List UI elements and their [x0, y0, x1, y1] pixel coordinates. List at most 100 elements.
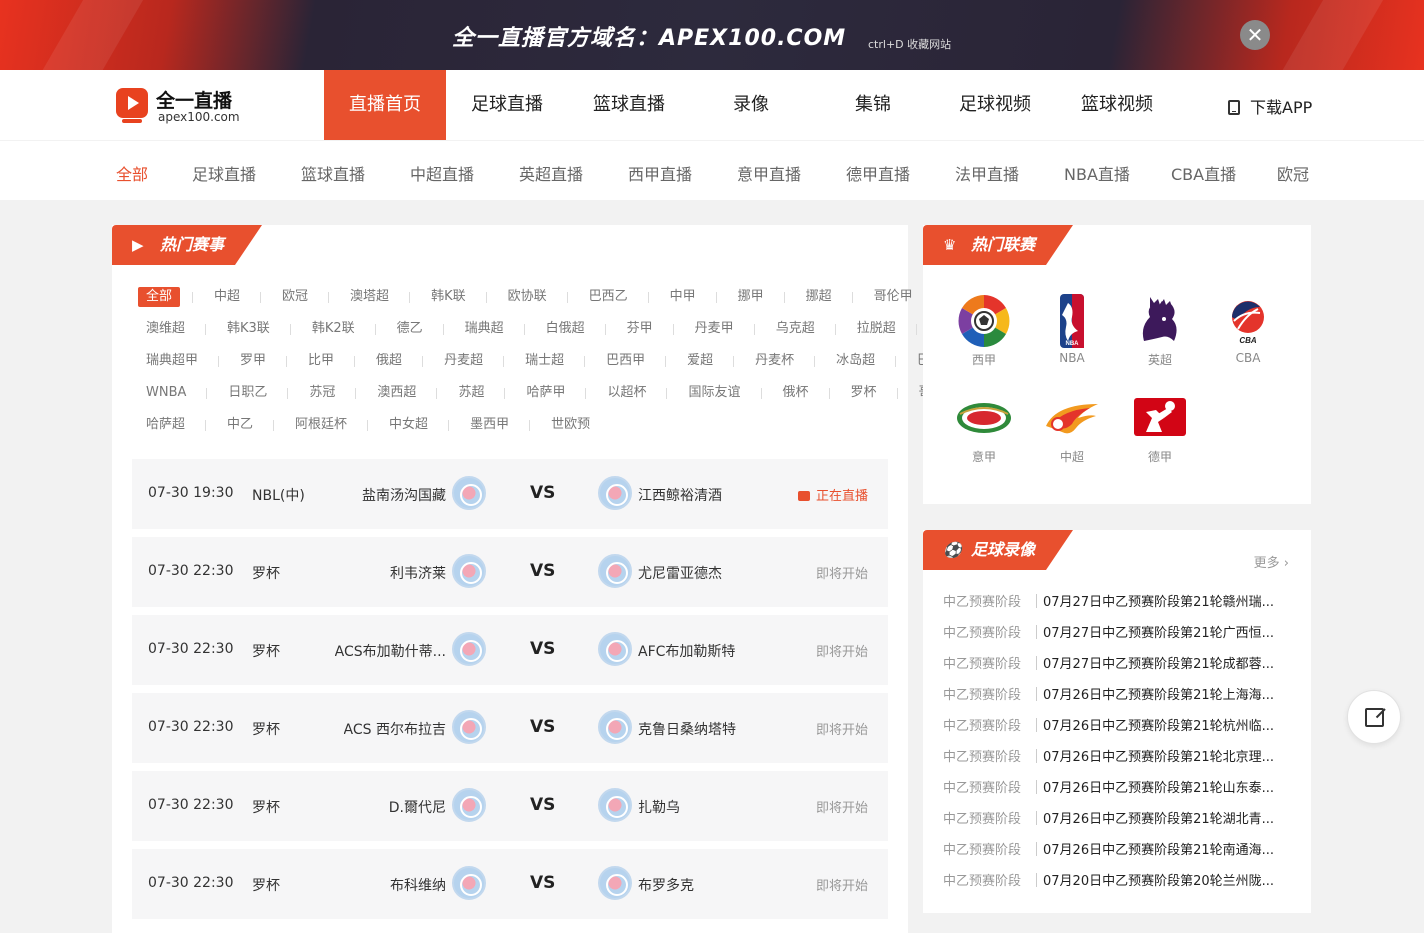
league-filter-item[interactable]: 苏超: [450, 383, 506, 403]
league-filter-item[interactable]: 比甲: [300, 351, 356, 371]
nav-basketball-live[interactable]: 篮球直播: [568, 70, 690, 140]
league-filter-item[interactable]: 德乙: [389, 319, 444, 339]
nav-highlights[interactable]: 集锦: [812, 70, 934, 140]
league-filter-item[interactable]: 欧冠: [274, 287, 330, 307]
hot-league-cba[interactable]: CBA CBA: [1208, 291, 1288, 365]
feedback-button[interactable]: [1347, 690, 1401, 744]
league-filter-item[interactable]: 罗杯: [843, 383, 898, 403]
video-item[interactable]: 中乙预赛阶段 07月27日中乙预赛阶段第21轮广西恒...: [943, 622, 1293, 644]
league-filter-item[interactable]: 国际友谊: [680, 383, 762, 403]
hot-league-epl[interactable]: 英超: [1120, 291, 1200, 368]
league-filter-item[interactable]: 阿根廷杯: [287, 415, 369, 435]
match-status[interactable]: 即将开始: [816, 563, 868, 582]
league-filter-item[interactable]: 巴西乙: [581, 287, 649, 307]
match-status[interactable]: 即将开始: [816, 797, 868, 816]
download-app-button[interactable]: 下载APP: [1228, 94, 1312, 118]
video-item[interactable]: 中乙预赛阶段 07月26日中乙预赛阶段第21轮湖北青...: [943, 808, 1293, 830]
video-item[interactable]: 中乙预赛阶段 07月27日中乙预赛阶段第21轮成都蓉...: [943, 653, 1293, 675]
league-filter-item[interactable]: 中女超: [381, 415, 450, 435]
match-row[interactable]: 07-30 22:30 罗杯 ACS 西尔布拉吉 VS 克鲁日桑纳塔特 即将开始: [132, 693, 888, 763]
match-status[interactable]: 即将开始: [816, 875, 868, 894]
subnav-laliga[interactable]: 西甲直播: [628, 161, 692, 185]
league-filter-item[interactable]: 世欧预: [543, 415, 598, 435]
league-filter-item[interactable]: 中甲: [662, 287, 717, 307]
league-filter-item[interactable]: 白俄超: [538, 319, 606, 339]
league-filter-item[interactable]: 俄杯: [775, 383, 830, 403]
subnav-all[interactable]: 全部: [116, 161, 148, 185]
league-filter-item[interactable]: 欧协联: [500, 287, 568, 307]
league-filter-item[interactable]: 全部: [138, 287, 194, 307]
match-row[interactable]: 07-30 22:30 罗杯 利韦济莱 VS 尤尼雷亚德杰 即将开始: [132, 537, 888, 607]
league-filter-item[interactable]: 中乙: [219, 415, 275, 435]
league-filter-item[interactable]: 墨西甲: [462, 415, 531, 435]
subnav-ucl[interactable]: 欧冠: [1277, 161, 1309, 185]
subnav-football[interactable]: 足球直播: [192, 161, 256, 185]
hot-league-csl[interactable]: 中超: [1032, 388, 1112, 465]
league-filter-item[interactable]: 罗甲: [232, 351, 288, 371]
league-filter-item[interactable]: 以超杯: [599, 383, 668, 403]
match-status[interactable]: 即将开始: [816, 719, 868, 738]
league-filter-item[interactable]: 中超: [206, 287, 262, 307]
league-filter-item[interactable]: 挪超: [798, 287, 853, 307]
video-item[interactable]: 中乙预赛阶段 07月26日中乙预赛阶段第21轮北京理...: [943, 746, 1293, 768]
league-filter-item[interactable]: 苏冠: [301, 383, 357, 403]
league-filter-item[interactable]: 韩K3联: [219, 319, 291, 339]
nav-football-live[interactable]: 足球直播: [446, 70, 568, 140]
video-item[interactable]: 中乙预赛阶段 07月26日中乙预赛阶段第21轮山东泰...: [943, 777, 1293, 799]
video-item[interactable]: 中乙预赛阶段 07月20日中乙预赛阶段第20轮兰州陇...: [943, 870, 1293, 892]
more-videos-link[interactable]: 更多 ›: [1254, 552, 1289, 571]
video-item[interactable]: 中乙预赛阶段 07月26日中乙预赛阶段第21轮杭州临...: [943, 715, 1293, 737]
subnav-bundesliga[interactable]: 德甲直播: [846, 161, 910, 185]
subnav-cba[interactable]: CBA直播: [1171, 161, 1236, 185]
league-filter-item[interactable]: 澳西超: [369, 383, 438, 403]
match-row[interactable]: 07-30 22:30 罗杯 D.爾代尼 VS 扎勒乌 即将开始: [132, 771, 888, 841]
league-filter-item[interactable]: 拉脱超: [849, 319, 917, 339]
league-filter-item[interactable]: 冰岛超: [828, 351, 897, 371]
league-filter-item[interactable]: 哥伦甲: [866, 287, 934, 307]
match-status[interactable]: 即将开始: [816, 641, 868, 660]
league-filter-item[interactable]: 丹麦杯: [747, 351, 816, 371]
league-filter-item[interactable]: 哈萨超: [138, 415, 207, 435]
league-filter-item[interactable]: WNBA: [138, 383, 208, 403]
nav-home[interactable]: 直播首页: [324, 70, 446, 140]
subnav-epl[interactable]: 英超直播: [519, 161, 583, 185]
league-filter-item[interactable]: 俄超: [368, 351, 424, 371]
nav-replay[interactable]: 录像: [690, 70, 812, 140]
video-item[interactable]: 中乙预赛阶段 07月26日中乙预赛阶段第21轮上海海...: [943, 684, 1293, 706]
match-status[interactable]: 正在直播: [798, 485, 868, 504]
league-filter-item[interactable]: 巴西甲: [598, 351, 667, 371]
league-filter-item[interactable]: 丹麦超: [436, 351, 505, 371]
league-filter-item[interactable]: 瑞典超: [457, 319, 525, 339]
subnav-basketball[interactable]: 篮球直播: [301, 161, 365, 185]
subnav-seriea[interactable]: 意甲直播: [737, 161, 801, 185]
video-item[interactable]: 中乙预赛阶段 07月26日中乙预赛阶段第21轮南通海...: [943, 839, 1293, 861]
match-row[interactable]: 07-30 22:30 罗杯 ACS布加勒什蒂... VS AFC布加勒斯特 即将开始: [132, 615, 888, 685]
league-filter-item[interactable]: 澳维超: [138, 319, 207, 339]
league-filter-item[interactable]: 哈萨甲: [518, 383, 587, 403]
video-item[interactable]: 中乙预赛阶段 07月27日中乙预赛阶段第21轮赣州瑞...: [943, 591, 1293, 613]
league-filter-item[interactable]: 丹麦甲: [687, 319, 755, 339]
banner-close-icon[interactable]: ✕: [1240, 20, 1270, 50]
match-row[interactable]: 07-30 19:30 NBL(中) 盐南汤沟国藏 VS 江西鲸裕清酒 正在直播: [132, 459, 888, 529]
match-row[interactable]: 07-30 22:30 罗杯 布科维纳 VS 布罗多克 即将开始: [132, 849, 888, 919]
league-filter-item[interactable]: 乌克超: [768, 319, 836, 339]
site-logo[interactable]: 全一直播 apex100.com: [116, 86, 256, 126]
nav-basketball-video[interactable]: 篮球视频: [1056, 70, 1178, 140]
league-filter-item[interactable]: 韩K联: [423, 287, 487, 307]
league-filter-item[interactable]: 挪甲: [730, 287, 785, 307]
league-filter-item[interactable]: 爱超: [679, 351, 735, 371]
league-filter-item[interactable]: 日职乙: [220, 383, 289, 403]
nav-football-video[interactable]: 足球视频: [934, 70, 1056, 140]
league-filter-item[interactable]: 韩K2联: [304, 319, 376, 339]
league-filter-item[interactable]: 澳塔超: [342, 287, 411, 307]
hot-league-seriea[interactable]: 意甲: [944, 388, 1024, 465]
league-filter-item[interactable]: 芬甲: [619, 319, 674, 339]
hot-league-bundesliga[interactable]: 德甲: [1120, 388, 1200, 465]
subnav-csl[interactable]: 中超直播: [410, 161, 474, 185]
hot-league-laliga[interactable]: 西甲: [944, 291, 1024, 368]
league-filter-item[interactable]: 瑞典超甲: [138, 351, 220, 371]
league-filter-item[interactable]: 瑞士超: [517, 351, 586, 371]
subnav-nba[interactable]: NBA直播: [1064, 161, 1130, 185]
hot-league-nba[interactable]: NBA NBA: [1032, 291, 1112, 365]
subnav-ligue1[interactable]: 法甲直播: [955, 161, 1019, 185]
